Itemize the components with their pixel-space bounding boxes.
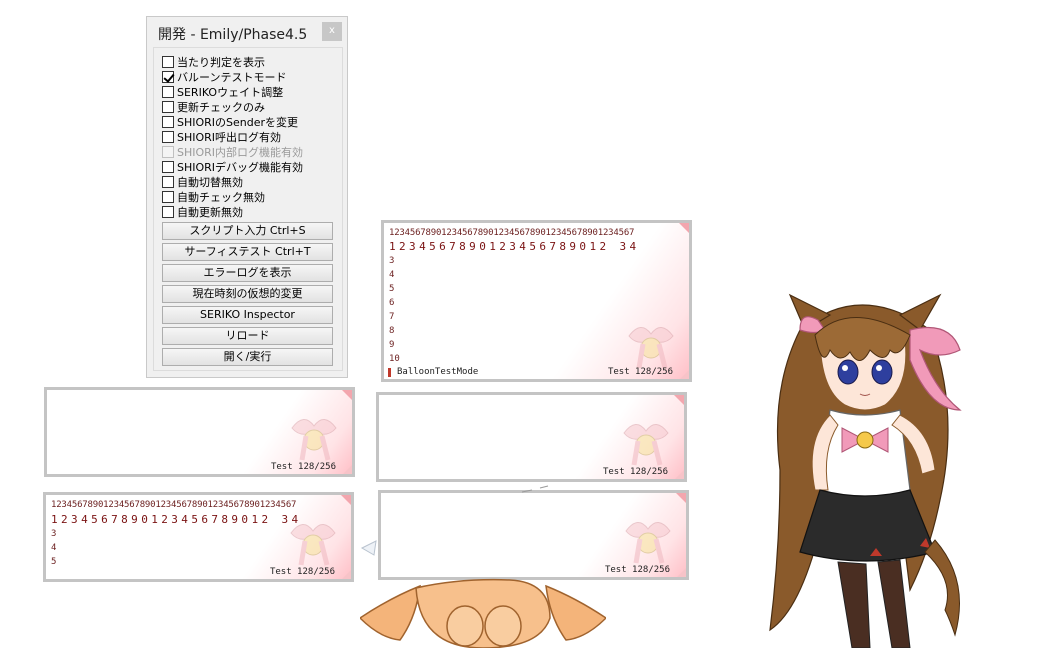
balloon-status: Test 128/256 — [607, 367, 673, 377]
balloon-left-bottom[interactable]: 1234567890123456789012345678901234567890… — [43, 492, 354, 582]
corner-decoration — [674, 395, 684, 405]
checkbox-shiori-internal-log: SHIORI内部ログ機能有効 — [162, 144, 303, 159]
bell-ribbon-icon — [625, 522, 671, 564]
checkbox-label: 当たり判定を表示 — [177, 55, 265, 69]
checkbox-seriko-wait[interactable]: SERIKOウェイト調整 — [162, 84, 283, 99]
balloon-text-line: 5 — [51, 557, 57, 567]
balloon-text-line: 1234567890123456789012345678901234567890… — [389, 228, 635, 238]
checkbox-box-disabled — [162, 145, 174, 158]
ghost-character-image[interactable] — [760, 290, 970, 648]
balloon-text-line: 5 — [389, 284, 395, 294]
balloon-text-line: 1234567890123456789012 34 — [389, 240, 640, 253]
checkbox-label: SHIORIのSenderを変更 — [177, 115, 299, 129]
checkbox-auto-switch-disable[interactable]: 自動切替無効 — [162, 174, 243, 189]
corner-decoration — [676, 493, 686, 503]
balloon-left-top[interactable]: Test 128/256 — [44, 387, 355, 477]
balloon-text-line: 3 — [51, 529, 57, 539]
balloon-text-line: 10 — [389, 354, 400, 364]
checkbox-box-checked[interactable] — [162, 70, 174, 83]
checkbox-box[interactable] — [162, 55, 174, 68]
balloon-status: Test 128/256 — [602, 467, 668, 477]
script-input-button[interactable]: スクリプト入力 Ctrl+S — [162, 222, 333, 240]
resize-handle[interactable] — [680, 370, 689, 379]
balloon-center-bottom[interactable]: Test 128/256 — [378, 490, 689, 580]
checkbox-label: 自動切替無効 — [177, 175, 243, 189]
resize-handle[interactable] — [342, 570, 351, 579]
virtual-time-button[interactable]: 現在時刻の仮想的変更 — [162, 285, 333, 303]
balloon-main[interactable]: 1234567890123456789012345678901234567890… — [381, 220, 692, 382]
resize-handle[interactable] — [343, 465, 352, 474]
open-execute-button[interactable]: 開く/実行 — [162, 348, 333, 366]
checkbox-update-check-only[interactable]: 更新チェックのみ — [162, 99, 265, 114]
balloon-status: Test 128/256 — [270, 462, 336, 472]
checkbox-label: 更新チェックのみ — [177, 100, 265, 114]
checkbox-auto-update-disable[interactable]: 自動更新無効 — [162, 204, 243, 219]
bell-ribbon-icon — [291, 419, 337, 461]
checkbox-label: SHIORI呼出ログ有効 — [177, 130, 282, 144]
mode-marker-icon — [388, 367, 391, 377]
kero-paws-image[interactable] — [360, 578, 606, 648]
checkbox-balloon-test-mode[interactable]: バルーンテストモード — [162, 69, 286, 84]
balloon-text-line: 6 — [389, 298, 395, 308]
bell-ribbon-icon — [623, 424, 669, 466]
checkbox-box[interactable] — [162, 85, 174, 98]
dev-panel: 開発 - Emily/Phase4.5 x 当たり判定を表示 バルーンテストモー… — [146, 16, 348, 378]
checkbox-shiori-sender[interactable]: SHIORIのSenderを変更 — [162, 114, 298, 129]
seriko-inspector-button[interactable]: SERIKO Inspector — [162, 306, 333, 324]
balloon-text-line: 1234567890123456789012345678901234567890… — [51, 500, 297, 510]
checkbox-box[interactable] — [162, 160, 174, 173]
checkbox-shiori-debug[interactable]: SHIORIデバッグ機能有効 — [162, 159, 303, 174]
balloon-text-line: 4 — [389, 270, 395, 280]
checkbox-box[interactable] — [162, 205, 174, 218]
checkbox-label: 自動チェック無効 — [177, 190, 265, 204]
checkbox-auto-check-disable[interactable]: 自動チェック無効 — [162, 189, 265, 204]
checkbox-box[interactable] — [162, 190, 174, 203]
balloon-status: Test 128/256 — [269, 567, 335, 577]
balloon-text-line: 1234567890123456789012 34 — [51, 513, 302, 526]
balloon-text-line: 3 — [389, 256, 395, 266]
balloon-mode-label: BalloonTestMode — [388, 367, 478, 377]
checkbox-label: 自動更新無効 — [177, 205, 243, 219]
balloon-center-top[interactable]: Test 128/256 — [376, 392, 687, 482]
checkbox-box[interactable] — [162, 175, 174, 188]
resize-handle[interactable] — [675, 470, 684, 479]
checkbox-label: バルーンテストモード — [177, 70, 287, 84]
resize-handle[interactable] — [677, 568, 686, 577]
balloon-status: Test 128/256 — [604, 565, 670, 575]
balloon-pointer-icon — [360, 540, 377, 556]
balloon-text-line: 9 — [389, 340, 395, 350]
checkbox-box[interactable] — [162, 100, 174, 113]
checkbox-show-collision[interactable]: 当たり判定を表示 — [162, 54, 265, 69]
corner-decoration — [341, 495, 351, 505]
corner-decoration — [342, 390, 352, 400]
balloon-text-line: 7 — [389, 312, 395, 322]
checkbox-label: SHIORI内部ログ機能有効 — [177, 145, 304, 159]
reload-button[interactable]: リロード — [162, 327, 333, 345]
checkbox-label: SERIKOウェイト調整 — [177, 85, 284, 99]
dev-panel-title: 開発 - Emily/Phase4.5 — [158, 27, 308, 43]
show-error-log-button[interactable]: エラーログを表示 — [162, 264, 333, 282]
corner-decoration — [679, 223, 689, 233]
surface-test-button[interactable]: サーフィステスト Ctrl+T — [162, 243, 333, 261]
balloon-text-line: 4 — [51, 543, 57, 553]
close-button[interactable]: x — [322, 22, 342, 41]
mode-text: BalloonTestMode — [397, 367, 479, 377]
checkbox-box[interactable] — [162, 115, 174, 128]
stroke-mark-icon — [521, 485, 549, 493]
balloon-text-line: 8 — [389, 326, 395, 336]
checkbox-shiori-call-log[interactable]: SHIORI呼出ログ有効 — [162, 129, 281, 144]
checkbox-label: SHIORIデバッグ機能有効 — [177, 160, 304, 174]
checkbox-box[interactable] — [162, 130, 174, 143]
